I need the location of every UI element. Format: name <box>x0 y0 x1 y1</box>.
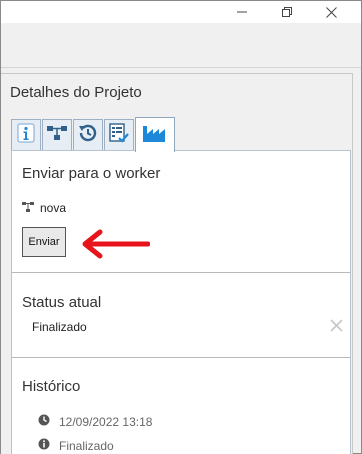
send-button[interactable]: Enviar <box>22 227 66 257</box>
panel-title: Detalhes do Projeto <box>10 84 142 101</box>
app-window: Detalhes do Projeto Enviar para o worker… <box>0 0 362 454</box>
history-entry-text: 12/09/2022 13:18 <box>59 414 153 429</box>
tab-content-panel: Enviar para o worker nova Enviar Status … <box>11 150 351 454</box>
history-entry-text: Finalizado <box>59 438 114 453</box>
tab-info[interactable] <box>11 119 41 150</box>
checklist-icon <box>108 122 130 149</box>
tab-checklist[interactable] <box>104 119 134 150</box>
details-tabstrip <box>11 117 351 152</box>
factory-icon <box>142 123 168 148</box>
status-section-title: Status atual <box>22 294 102 311</box>
title-bar <box>1 1 361 23</box>
section-divider <box>12 357 350 358</box>
close-icon <box>325 6 337 18</box>
section-divider <box>12 272 350 273</box>
worker-name: nova <box>40 201 67 215</box>
worker-node-icon <box>22 201 34 215</box>
history-entry: Finalizado <box>38 438 114 453</box>
toolbar-area <box>1 23 361 68</box>
clear-status-icon[interactable] <box>330 319 343 337</box>
info-icon <box>17 123 35 148</box>
history-icon <box>77 122 99 149</box>
minimize-button[interactable] <box>224 1 260 23</box>
history-section-title: Histórico <box>22 378 81 395</box>
tab-workflow[interactable] <box>42 119 72 150</box>
close-window-button[interactable] <box>313 1 349 23</box>
tab-history[interactable] <box>73 119 103 150</box>
red-arrow-annotation <box>78 229 151 264</box>
restore-button[interactable] <box>269 1 305 23</box>
minimize-icon <box>237 7 247 17</box>
restore-icon <box>282 7 292 17</box>
workflow-icon <box>46 124 68 147</box>
send-section-title: Enviar para o worker <box>22 165 161 182</box>
worker-item: nova <box>22 201 66 215</box>
history-entry: 12/09/2022 13:18 <box>38 414 152 429</box>
info-circle-icon <box>38 438 50 453</box>
tab-factory[interactable] <box>135 117 175 152</box>
project-details-panel: Detalhes do Projeto Enviar para o worker… <box>1 73 353 454</box>
status-value: Finalizado <box>32 320 87 334</box>
clock-icon <box>38 414 50 429</box>
